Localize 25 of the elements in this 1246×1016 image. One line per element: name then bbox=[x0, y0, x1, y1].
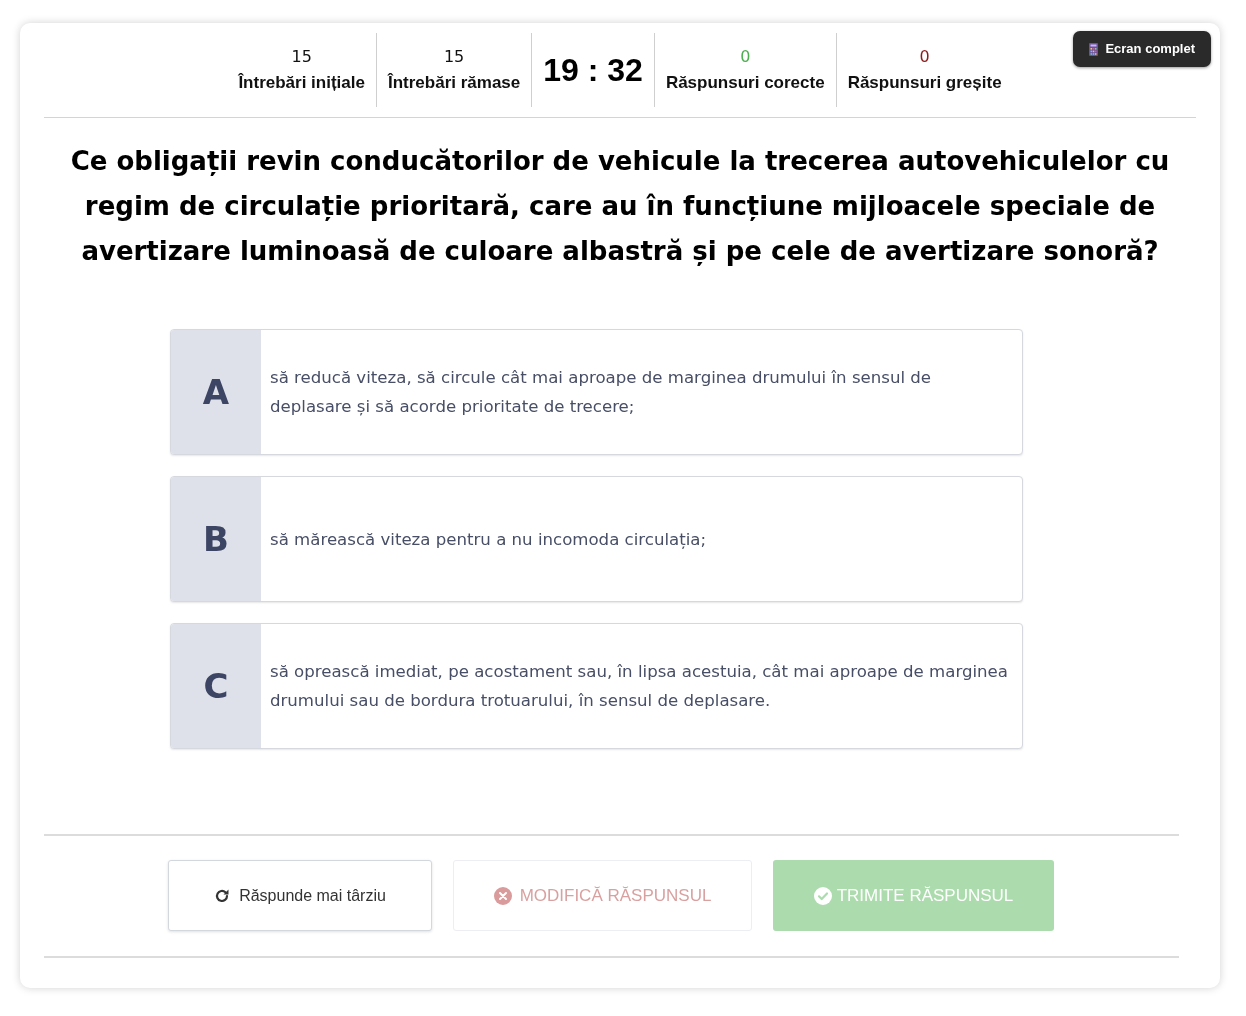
keypad-icon bbox=[1089, 42, 1099, 56]
question-text: Ce obligații revin conducătorilor de vehicule la trecerea autovehiculelor cu regim de circulație prioritară, care au în funcțiune mijloacele speciale de avertizare luminoasă de culoare albastră și pe cele de avertizare sonoră? bbox=[69, 145, 1171, 268]
stat-label: Răspunsuri corecte bbox=[665, 73, 825, 93]
option-letter: B bbox=[171, 477, 261, 601]
stat-value: 15 bbox=[443, 47, 465, 67]
stat-value: 15 bbox=[291, 47, 312, 67]
refresh-icon bbox=[214, 887, 231, 904]
answer-option[interactable]: B să mărească viteza pentru a nu incomoda circulația; bbox=[170, 476, 1023, 602]
option-text: să reducă viteza, să circule cât mai aproape de marginea drumului în sensul de deplasare și să acorde prioritate de trecere; bbox=[270, 367, 933, 418]
stat-label: Întrebări rămase bbox=[387, 73, 521, 93]
stat-label: Răspunsuri greșite bbox=[847, 73, 1002, 93]
option-letter: A bbox=[171, 330, 261, 454]
stat-value: 0 bbox=[919, 47, 930, 67]
close-circle-icon bbox=[493, 886, 512, 905]
fullscreen-button[interactable]: Ecran complet bbox=[1073, 31, 1211, 67]
answer-option[interactable]: A să reducă viteza, să circule cât mai aproape de marginea drumului în sensul de deplasare și să acorde prioritate de trecere; bbox=[170, 329, 1023, 455]
timer: 19 : 32 bbox=[543, 54, 643, 86]
option-letter: C bbox=[171, 624, 261, 748]
answer-option[interactable]: C să oprească imediat, pe acostament sau, în lipsa acestuia, cât mai aproape de marginea drumului sau de bordura trotuarului, în sensul de deplasare. bbox=[170, 623, 1023, 749]
stat-label: Întrebări inițiale bbox=[238, 73, 365, 93]
option-text: să oprească imediat, pe acostament sau, în lipsa acestuia, cât mai aproape de marginea drumului sau de bordura trotuarului, în sensul de deplasare. bbox=[270, 661, 1009, 712]
answer-later-button[interactable]: Răspunde mai târziu bbox=[168, 860, 432, 931]
check-circle-icon bbox=[813, 886, 832, 905]
option-text: să mărească viteza pentru a nu incomoda circulația; bbox=[270, 528, 707, 551]
stat-value: 0 bbox=[740, 47, 751, 67]
